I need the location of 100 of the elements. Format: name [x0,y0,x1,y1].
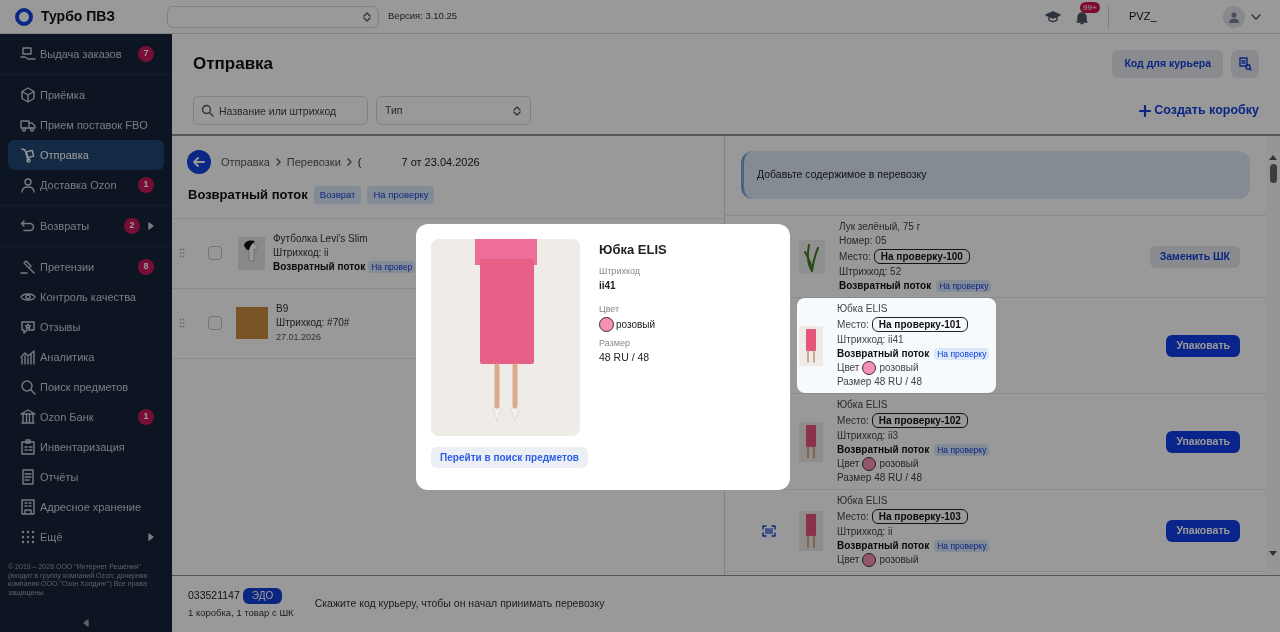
product-name: B9 [276,302,290,316]
truck-icon [20,117,36,133]
barcode-label: Штрихкод [599,264,641,278]
sidebar-item[interactable]: Возвраты 2 [8,211,164,241]
create-box-link[interactable]: Создать коробку [1139,101,1259,120]
breadcrumb-link[interactable]: Отправка [221,153,270,171]
search-icon [201,104,214,117]
drag-handle-icon[interactable] [179,248,185,258]
count-badge: 1 [138,409,154,425]
color-name: розовый [879,553,919,567]
sidebar-item[interactable]: Адресное хранение [8,492,164,522]
bell-icon[interactable] [1075,9,1089,25]
chat-icon [20,319,36,335]
color-name: розовый [879,457,919,471]
sidebar-item[interactable]: Отзывы [8,312,164,342]
status-tag: На проверку [367,185,435,204]
status-tag: На проверку [934,540,990,552]
document-search-icon [1238,57,1252,71]
building-icon [20,499,36,515]
graduation-cap-icon[interactable] [1045,9,1061,24]
document-search-button[interactable] [1231,50,1259,78]
tshirt-photo-placeholder [238,236,265,270]
sidebar-item[interactable]: Ещё [8,522,164,552]
item-action-button[interactable]: Заменить ШК [1149,245,1240,268]
clipboard-icon [20,439,36,455]
page-title: Отправка [193,53,275,76]
plus-icon [1139,104,1152,117]
search-items-button[interactable]: Перейти в поиск предметов [431,447,588,468]
sidebar-item[interactable]: Отчёты [8,462,164,492]
place-label: Место: [837,413,869,428]
sidebar-item[interactable]: Выдача заказов 7 [8,39,164,69]
breadcrumb-current: ( [357,154,362,170]
flow-label: Возвратный поток [837,347,930,361]
chevron-right-icon [275,158,281,166]
flow-label: Возвратный поток [837,539,930,553]
search-icon [20,379,36,395]
item-action-button[interactable]: Упаковать [1166,519,1240,542]
size-value: 48 RU / 48 [599,350,651,365]
barcode-scan-icon[interactable] [762,524,776,537]
breadcrumb-link[interactable]: Перевозки [286,153,341,171]
sidebar-item[interactable]: Претензии 8 [8,252,164,282]
size-label: Размер [599,336,631,350]
place-tag: На проверку-100 [873,249,970,264]
courier-code-button[interactable]: Код для курьера [1112,50,1223,78]
chart-icon [20,349,36,365]
search-field[interactable]: Название или штрихкод [193,96,368,125]
sidebar-item[interactable]: Доставка Ozon 1 [8,170,164,200]
color-swatch [862,361,877,375]
product-name: Футболка Levi's Slim [273,232,369,246]
sidebar-item[interactable]: Отправка [8,140,164,170]
skirt-photo-placeholder [799,510,823,551]
date-text: 27.01.2026 [276,331,323,344]
back-button[interactable] [187,150,211,174]
barcode-text: Штрихкод: ii [273,246,330,260]
type-select[interactable]: Тип [376,96,531,125]
item-action-button[interactable]: Упаковать [1166,430,1240,453]
avatar[interactable] [1223,5,1245,28]
sidebar-item[interactable]: Прием поставок FBO [8,110,164,140]
barcode-text: Штрихкод: #70# [276,316,350,330]
size-text: Размер 48 RU / 48 [837,471,923,485]
sidebar-item[interactable]: Контроль качества [8,282,164,312]
barcode-text: Штрихкод: 52 [839,265,903,279]
place-tag: На проверку-102 [871,413,968,428]
person-icon [20,177,36,193]
sidebar-item[interactable]: Приёмка [8,80,164,110]
version-text: Версия: 3.10.25 [388,9,458,24]
breadcrumb-current: 7 от 23.04.2026 [401,154,480,170]
barcode-text: Штрихкод: ii3 [837,429,900,443]
count-badge: 2 [124,218,140,234]
drag-handle-icon[interactable] [179,318,185,328]
color-label: Цвет [837,361,860,375]
count-badge: 1 [138,177,154,193]
place-label: Место: [837,317,869,332]
status-tag: На проверку [934,348,990,360]
popup-title: Юбка ELIS [599,241,667,259]
color-label: Цвет [599,303,621,316]
place-label: Место: [837,509,869,524]
sidebar-item[interactable]: Инвентаризация [8,432,164,462]
status-tag: Возврат [313,185,362,204]
edo-badge: ЭДО [242,587,283,604]
person-icon [1228,10,1240,23]
hand-truck-icon [20,147,36,163]
checkbox[interactable] [208,246,222,260]
collapse-caret-icon[interactable] [83,619,89,627]
document-icon [20,469,36,485]
status-tag: На провер [368,261,416,273]
chevron-right-icon [346,158,352,166]
color-swatch [862,553,877,567]
sidebar-item[interactable]: Поиск предметов [8,372,164,402]
item-action-button[interactable]: Упаковать [1166,334,1240,357]
barcode-text: Штрихкод: ii41 [837,333,905,347]
color-name: розовый [616,317,656,332]
logo-icon [14,6,34,27]
flow-label: Возвратный поток [273,260,366,274]
sidebar-item[interactable]: Аналитика [8,342,164,372]
onion-photo-placeholder [799,239,825,274]
chevron-down-icon[interactable] [1251,13,1261,20]
user-name: PVZ_ [1129,9,1158,25]
checkbox[interactable] [208,316,222,330]
sidebar-item[interactable]: Ozon Банк 1 [8,402,164,432]
